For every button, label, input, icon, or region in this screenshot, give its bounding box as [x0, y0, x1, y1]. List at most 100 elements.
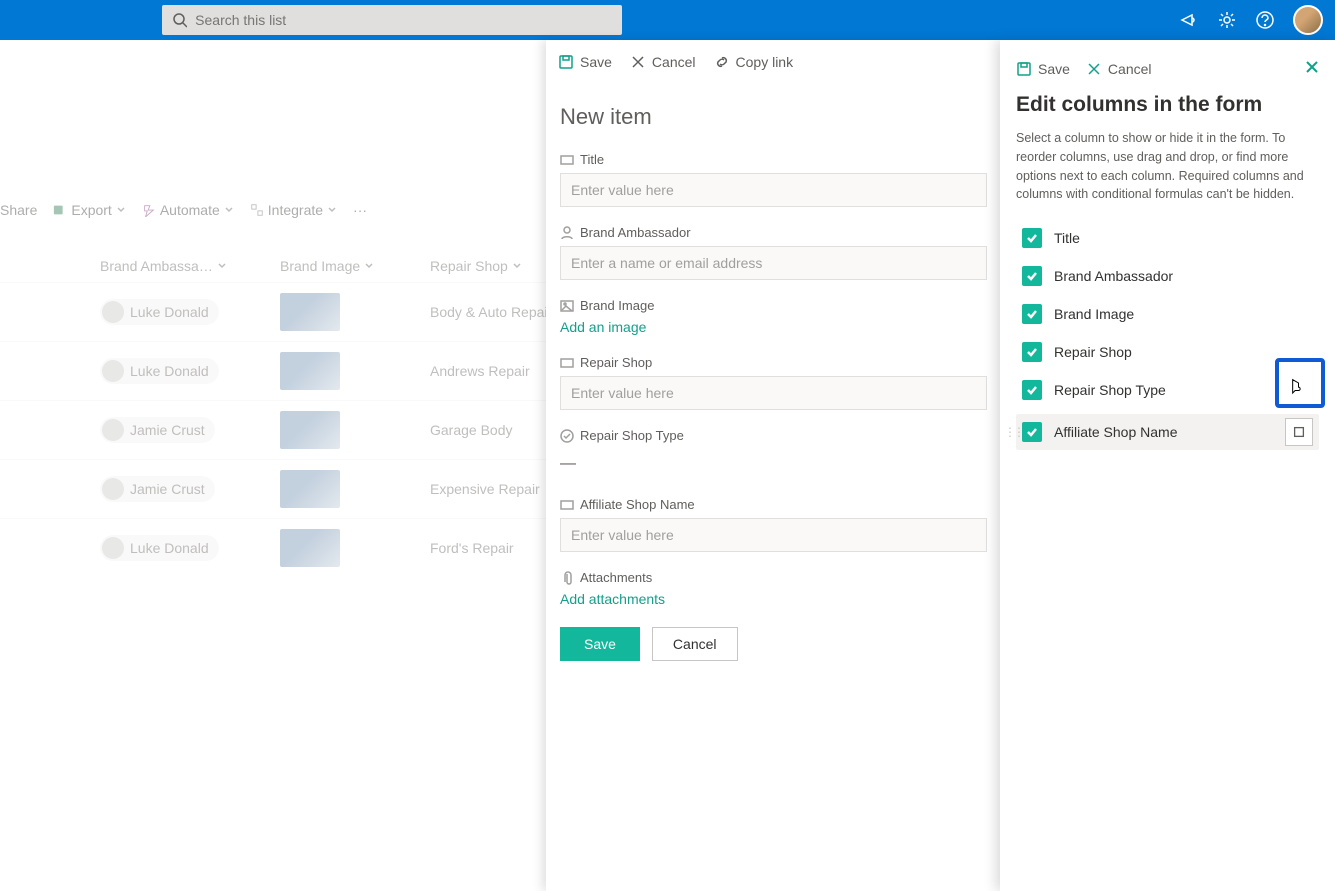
field-attachments-label: Attachments [580, 570, 652, 585]
field-affiliate-label: Affiliate Shop Name [580, 497, 695, 512]
export-button: Export [53, 202, 125, 218]
text-icon [560, 498, 574, 512]
column-checkbox[interactable] [1022, 266, 1042, 286]
image-icon [560, 299, 574, 313]
image-thumbnail [280, 529, 340, 567]
close-panel-button[interactable] [1305, 60, 1319, 77]
column-item[interactable]: Brand Image [1016, 300, 1319, 328]
col-shop: Repair Shop [430, 258, 508, 274]
column-label: Brand Ambassador [1054, 268, 1173, 284]
column-label: Repair Shop [1054, 344, 1132, 360]
image-thumbnail [280, 352, 340, 390]
image-thumbnail [280, 411, 340, 449]
save-button[interactable]: Save [560, 627, 640, 661]
person-chip: Luke Donald [100, 535, 219, 561]
search-input[interactable] [195, 12, 612, 28]
panel-cancel-button[interactable]: Cancel [630, 54, 696, 70]
edit-columns-panel: Save Cancel Edit columns in the form Sel… [1000, 40, 1335, 891]
field-shoptype-label: Repair Shop Type [580, 428, 684, 443]
add-image-link[interactable]: Add an image [560, 319, 646, 335]
cursor-icon [1287, 378, 1305, 398]
text-icon [560, 356, 574, 370]
search-icon [172, 12, 187, 28]
share-button: Share [0, 202, 37, 218]
column-checkbox[interactable] [1022, 342, 1042, 362]
gear-icon[interactable] [1217, 10, 1237, 30]
close-icon [1086, 61, 1102, 77]
app-header [0, 0, 1335, 40]
ambassador-input[interactable] [560, 246, 987, 280]
edit-panel-title: Edit columns in the form [1016, 93, 1319, 117]
panel-save-label: Save [580, 54, 612, 70]
chevron-down-icon [327, 205, 337, 215]
person-chip: Luke Donald [100, 358, 219, 384]
close-icon [630, 54, 646, 70]
field-title-label: Title [580, 152, 604, 167]
column-item[interactable]: ⋮⋮ Affiliate Shop Name [1016, 414, 1319, 450]
column-checkbox[interactable] [1022, 422, 1042, 442]
header-right [1179, 5, 1323, 35]
panel-save-button[interactable]: Save [558, 54, 612, 70]
chevron-down-icon [512, 261, 522, 271]
close-icon [1305, 60, 1319, 74]
cancel-button[interactable]: Cancel [652, 627, 738, 661]
person-chip: Jamie Crust [100, 476, 215, 502]
column-item[interactable]: Title [1016, 224, 1319, 252]
more-button: ··· [353, 202, 367, 218]
new-item-panel: Save Cancel Copy link New item Title Bra… [546, 40, 1001, 891]
add-attachments-link[interactable]: Add attachments [560, 591, 665, 607]
edit-save-label: Save [1038, 61, 1070, 77]
save-icon [558, 54, 574, 70]
column-checkbox[interactable] [1022, 304, 1042, 324]
shoptype-value[interactable]: — [560, 449, 987, 479]
edit-panel-toolbar: Save Cancel [1016, 60, 1319, 77]
automate-button: Automate [142, 202, 234, 218]
column-checkbox[interactable] [1022, 380, 1042, 400]
link-icon [714, 54, 730, 70]
column-item[interactable]: Repair Shop [1016, 338, 1319, 366]
integrate-button: Integrate [250, 202, 337, 218]
affiliate-input[interactable] [560, 518, 987, 552]
field-image-label: Brand Image [580, 298, 654, 313]
text-icon [560, 153, 574, 167]
drag-handle-icon[interactable]: ⋮⋮ [1004, 425, 1022, 439]
person-icon [560, 226, 574, 240]
column-label: Brand Image [1054, 306, 1134, 322]
field-ambassador-label: Brand Ambassador [580, 225, 691, 240]
choice-icon [560, 429, 574, 443]
column-label: Affiliate Shop Name [1054, 424, 1177, 440]
copy-link-label: Copy link [736, 54, 794, 70]
image-thumbnail [280, 470, 340, 508]
panel-toolbar: Save Cancel Copy link [546, 40, 1001, 84]
column-list: Title Brand Ambassador Brand Image Repai… [1016, 224, 1319, 450]
automate-label: Automate [160, 202, 220, 218]
column-more-button[interactable] [1285, 418, 1313, 446]
chevron-down-icon [364, 261, 374, 271]
copy-link-button[interactable]: Copy link [714, 54, 794, 70]
column-checkbox[interactable] [1022, 228, 1042, 248]
shop-input[interactable] [560, 376, 987, 410]
attachment-icon [560, 571, 574, 585]
col-image: Brand Image [280, 258, 360, 274]
search-box[interactable] [162, 5, 622, 35]
save-icon [1016, 61, 1032, 77]
chevron-down-icon [224, 205, 234, 215]
column-item[interactable]: Brand Ambassador [1016, 262, 1319, 290]
person-chip: Luke Donald [100, 299, 219, 325]
user-avatar[interactable] [1293, 5, 1323, 35]
edit-cancel-label: Cancel [1108, 61, 1152, 77]
integrate-label: Integrate [268, 202, 323, 218]
help-icon[interactable] [1255, 10, 1275, 30]
column-label: Title [1054, 230, 1080, 246]
edit-cancel-button[interactable]: Cancel [1086, 61, 1152, 77]
megaphone-icon[interactable] [1179, 10, 1199, 30]
person-chip: Jamie Crust [100, 417, 215, 443]
col-ambassador: Brand Ambassa… [100, 258, 213, 274]
title-input[interactable] [560, 173, 987, 207]
edit-panel-description: Select a column to show or hide it in th… [1016, 129, 1319, 204]
export-label: Export [71, 202, 111, 218]
column-label: Repair Shop Type [1054, 382, 1166, 398]
column-item[interactable]: Repair Shop Type [1016, 376, 1319, 404]
edit-save-button[interactable]: Save [1016, 61, 1070, 77]
panel-cancel-label: Cancel [652, 54, 696, 70]
